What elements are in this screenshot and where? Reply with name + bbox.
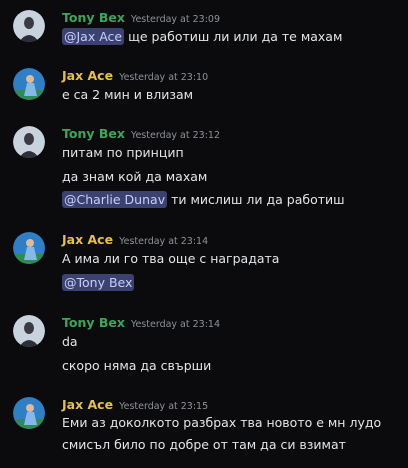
avatar-jax-image <box>13 232 45 264</box>
message-header: Jax Ace Yesterday at 23:10 <box>62 66 208 84</box>
message-text: da <box>62 334 78 349</box>
author-name[interactable]: Tony Bex <box>62 10 125 25</box>
message-text: ще работиш ли или да те махам <box>124 29 343 44</box>
avatar-tony-image <box>13 126 45 158</box>
timestamp: Yesterday at 23:15 <box>119 401 209 412</box>
user-mention[interactable]: @Charlie Dunav <box>62 191 168 208</box>
timestamp: Yesterday at 23:09 <box>130 14 221 25</box>
message-header: Tony Bex Yesterday at 23:09 <box>62 8 220 26</box>
avatar[interactable] <box>13 232 45 264</box>
timestamp: Yesterday at 23:14 <box>130 319 221 330</box>
user-mention[interactable]: @Jax Ace <box>62 28 125 45</box>
avatar[interactable] <box>13 126 45 158</box>
avatar-tony-image <box>13 315 45 347</box>
author-name[interactable]: Tony Bex <box>62 315 125 330</box>
message-line: da <box>62 333 78 353</box>
message-text: ти мислиш ли да работиш <box>167 192 345 207</box>
message-text: питам по принцип <box>62 145 184 160</box>
author-name[interactable]: Tony Bex <box>62 126 125 141</box>
message-line: е са 2 мин и влизам <box>62 86 193 106</box>
message-text: смисъл било по добре от там да си взимат <box>62 437 346 452</box>
message-text: е са 2 мин и влизам <box>62 87 194 102</box>
message-text: да знам кой да махам <box>62 169 208 184</box>
user-mention[interactable]: @Tony Bex <box>62 274 135 291</box>
message-line: А има ли го тва още с наградата <box>62 250 279 270</box>
avatar[interactable] <box>13 10 45 42</box>
message-text: Еми аз доколкото разбрах тва новото е мн… <box>62 415 382 430</box>
avatar[interactable] <box>13 315 45 347</box>
timestamp: Yesterday at 23:10 <box>119 72 209 83</box>
message-line: да знам кой да махам <box>62 168 207 188</box>
timestamp: Yesterday at 23:12 <box>130 130 221 141</box>
avatar-tony-image <box>13 10 45 42</box>
message-header: Tony Bex Yesterday at 23:14 <box>62 313 220 331</box>
message-text: скоро няма да свърши <box>62 358 212 373</box>
message-line: @Tony Bex <box>62 274 135 294</box>
message-text: А има ли го тва още с наградата <box>62 251 280 266</box>
message-header: Jax Ace Yesterday at 23:14 <box>62 230 208 248</box>
avatar-jax-image <box>13 68 45 100</box>
message-line: @Jax Ace ще работиш ли или да те махам <box>62 28 342 48</box>
avatar[interactable] <box>13 397 45 429</box>
message-line: питам по принцип <box>62 144 184 164</box>
timestamp: Yesterday at 23:14 <box>119 236 209 247</box>
message-line: @Charlie Dunav ти мислиш ли да работиш <box>62 191 345 211</box>
message-line: Еми аз доколкото разбрах тва новото е мн… <box>62 414 381 434</box>
message-header: Tony Bex Yesterday at 23:12 <box>62 124 220 142</box>
avatar[interactable] <box>13 68 45 100</box>
author-name[interactable]: Jax Ace <box>62 68 113 83</box>
message-line: смисъл било по добре от там да си взимат <box>62 436 346 456</box>
message-line: скоро няма да свърши <box>62 357 211 377</box>
message-header: Jax Ace Yesterday at 23:15 <box>62 395 208 413</box>
avatar-jax-image <box>13 397 45 429</box>
author-name[interactable]: Jax Ace <box>62 397 113 412</box>
author-name[interactable]: Jax Ace <box>62 232 113 247</box>
